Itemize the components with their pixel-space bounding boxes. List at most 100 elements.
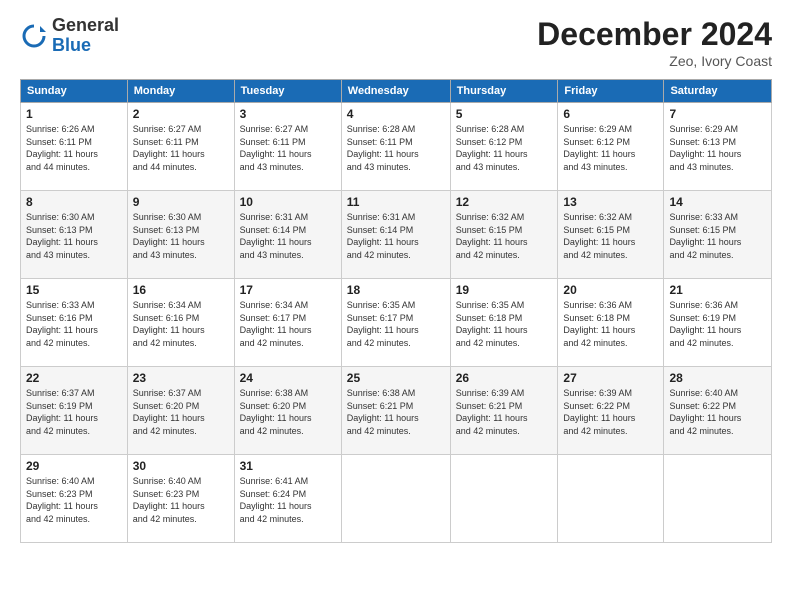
day-number: 21 <box>669 283 766 297</box>
day-cell: 6 Sunrise: 6:29 AMSunset: 6:12 PMDayligh… <box>558 103 664 191</box>
week-row-4: 22 Sunrise: 6:37 AMSunset: 6:19 PMDaylig… <box>21 367 772 455</box>
logo-general: General <box>52 16 119 36</box>
logo-blue: Blue <box>52 36 119 56</box>
day-cell: 16 Sunrise: 6:34 AMSunset: 6:16 PMDaylig… <box>127 279 234 367</box>
day-cell <box>341 455 450 543</box>
day-info: Sunrise: 6:33 AMSunset: 6:16 PMDaylight:… <box>26 299 122 349</box>
day-number: 6 <box>563 107 658 121</box>
day-cell: 1 Sunrise: 6:26 AMSunset: 6:11 PMDayligh… <box>21 103 128 191</box>
day-number: 17 <box>240 283 336 297</box>
day-cell: 23 Sunrise: 6:37 AMSunset: 6:20 PMDaylig… <box>127 367 234 455</box>
day-number: 19 <box>456 283 553 297</box>
day-cell: 29 Sunrise: 6:40 AMSunset: 6:23 PMDaylig… <box>21 455 128 543</box>
day-number: 24 <box>240 371 336 385</box>
day-info: Sunrise: 6:40 AMSunset: 6:22 PMDaylight:… <box>669 387 766 437</box>
day-cell: 19 Sunrise: 6:35 AMSunset: 6:18 PMDaylig… <box>450 279 558 367</box>
day-info: Sunrise: 6:37 AMSunset: 6:20 PMDaylight:… <box>133 387 229 437</box>
day-info: Sunrise: 6:34 AMSunset: 6:17 PMDaylight:… <box>240 299 336 349</box>
day-number: 20 <box>563 283 658 297</box>
day-info: Sunrise: 6:27 AMSunset: 6:11 PMDaylight:… <box>133 123 229 173</box>
day-number: 10 <box>240 195 336 209</box>
day-number: 5 <box>456 107 553 121</box>
logo: General Blue <box>20 16 119 56</box>
day-info: Sunrise: 6:30 AMSunset: 6:13 PMDaylight:… <box>26 211 122 261</box>
day-info: Sunrise: 6:39 AMSunset: 6:21 PMDaylight:… <box>456 387 553 437</box>
day-info: Sunrise: 6:29 AMSunset: 6:13 PMDaylight:… <box>669 123 766 173</box>
day-info: Sunrise: 6:27 AMSunset: 6:11 PMDaylight:… <box>240 123 336 173</box>
day-number: 8 <box>26 195 122 209</box>
calendar-table: SundayMondayTuesdayWednesdayThursdayFrid… <box>20 79 772 543</box>
day-cell: 2 Sunrise: 6:27 AMSunset: 6:11 PMDayligh… <box>127 103 234 191</box>
day-info: Sunrise: 6:26 AMSunset: 6:11 PMDaylight:… <box>26 123 122 173</box>
col-header-thursday: Thursday <box>450 80 558 103</box>
day-info: Sunrise: 6:28 AMSunset: 6:12 PMDaylight:… <box>456 123 553 173</box>
day-number: 3 <box>240 107 336 121</box>
day-cell <box>664 455 772 543</box>
day-cell: 4 Sunrise: 6:28 AMSunset: 6:11 PMDayligh… <box>341 103 450 191</box>
week-row-1: 1 Sunrise: 6:26 AMSunset: 6:11 PMDayligh… <box>21 103 772 191</box>
col-header-sunday: Sunday <box>21 80 128 103</box>
day-info: Sunrise: 6:37 AMSunset: 6:19 PMDaylight:… <box>26 387 122 437</box>
logo-text: General Blue <box>52 16 119 56</box>
day-cell: 17 Sunrise: 6:34 AMSunset: 6:17 PMDaylig… <box>234 279 341 367</box>
day-number: 16 <box>133 283 229 297</box>
day-info: Sunrise: 6:40 AMSunset: 6:23 PMDaylight:… <box>133 475 229 525</box>
day-cell <box>450 455 558 543</box>
col-header-friday: Friday <box>558 80 664 103</box>
day-number: 15 <box>26 283 122 297</box>
day-info: Sunrise: 6:31 AMSunset: 6:14 PMDaylight:… <box>240 211 336 261</box>
col-header-monday: Monday <box>127 80 234 103</box>
day-info: Sunrise: 6:41 AMSunset: 6:24 PMDaylight:… <box>240 475 336 525</box>
day-info: Sunrise: 6:32 AMSunset: 6:15 PMDaylight:… <box>456 211 553 261</box>
day-cell: 18 Sunrise: 6:35 AMSunset: 6:17 PMDaylig… <box>341 279 450 367</box>
col-header-wednesday: Wednesday <box>341 80 450 103</box>
month-title: December 2024 <box>537 16 772 53</box>
day-info: Sunrise: 6:31 AMSunset: 6:14 PMDaylight:… <box>347 211 445 261</box>
day-number: 29 <box>26 459 122 473</box>
day-number: 12 <box>456 195 553 209</box>
col-header-saturday: Saturday <box>664 80 772 103</box>
day-number: 9 <box>133 195 229 209</box>
day-cell: 27 Sunrise: 6:39 AMSunset: 6:22 PMDaylig… <box>558 367 664 455</box>
day-cell: 8 Sunrise: 6:30 AMSunset: 6:13 PMDayligh… <box>21 191 128 279</box>
title-block: December 2024 Zeo, Ivory Coast <box>537 16 772 69</box>
day-info: Sunrise: 6:40 AMSunset: 6:23 PMDaylight:… <box>26 475 122 525</box>
day-cell: 20 Sunrise: 6:36 AMSunset: 6:18 PMDaylig… <box>558 279 664 367</box>
day-cell: 3 Sunrise: 6:27 AMSunset: 6:11 PMDayligh… <box>234 103 341 191</box>
day-cell: 22 Sunrise: 6:37 AMSunset: 6:19 PMDaylig… <box>21 367 128 455</box>
day-info: Sunrise: 6:32 AMSunset: 6:15 PMDaylight:… <box>563 211 658 261</box>
day-cell: 9 Sunrise: 6:30 AMSunset: 6:13 PMDayligh… <box>127 191 234 279</box>
day-number: 26 <box>456 371 553 385</box>
day-info: Sunrise: 6:39 AMSunset: 6:22 PMDaylight:… <box>563 387 658 437</box>
day-cell: 30 Sunrise: 6:40 AMSunset: 6:23 PMDaylig… <box>127 455 234 543</box>
week-row-5: 29 Sunrise: 6:40 AMSunset: 6:23 PMDaylig… <box>21 455 772 543</box>
day-info: Sunrise: 6:38 AMSunset: 6:21 PMDaylight:… <box>347 387 445 437</box>
day-info: Sunrise: 6:35 AMSunset: 6:18 PMDaylight:… <box>456 299 553 349</box>
location: Zeo, Ivory Coast <box>537 53 772 69</box>
day-cell: 24 Sunrise: 6:38 AMSunset: 6:20 PMDaylig… <box>234 367 341 455</box>
day-info: Sunrise: 6:36 AMSunset: 6:18 PMDaylight:… <box>563 299 658 349</box>
day-info: Sunrise: 6:35 AMSunset: 6:17 PMDaylight:… <box>347 299 445 349</box>
col-header-tuesday: Tuesday <box>234 80 341 103</box>
day-number: 11 <box>347 195 445 209</box>
day-info: Sunrise: 6:34 AMSunset: 6:16 PMDaylight:… <box>133 299 229 349</box>
day-number: 7 <box>669 107 766 121</box>
day-number: 1 <box>26 107 122 121</box>
day-info: Sunrise: 6:28 AMSunset: 6:11 PMDaylight:… <box>347 123 445 173</box>
day-number: 13 <box>563 195 658 209</box>
day-cell: 28 Sunrise: 6:40 AMSunset: 6:22 PMDaylig… <box>664 367 772 455</box>
day-number: 28 <box>669 371 766 385</box>
day-cell: 10 Sunrise: 6:31 AMSunset: 6:14 PMDaylig… <box>234 191 341 279</box>
day-number: 30 <box>133 459 229 473</box>
day-number: 27 <box>563 371 658 385</box>
day-number: 25 <box>347 371 445 385</box>
day-cell: 21 Sunrise: 6:36 AMSunset: 6:19 PMDaylig… <box>664 279 772 367</box>
day-info: Sunrise: 6:36 AMSunset: 6:19 PMDaylight:… <box>669 299 766 349</box>
day-number: 18 <box>347 283 445 297</box>
day-cell: 7 Sunrise: 6:29 AMSunset: 6:13 PMDayligh… <box>664 103 772 191</box>
day-cell: 15 Sunrise: 6:33 AMSunset: 6:16 PMDaylig… <box>21 279 128 367</box>
day-info: Sunrise: 6:38 AMSunset: 6:20 PMDaylight:… <box>240 387 336 437</box>
day-number: 2 <box>133 107 229 121</box>
page: General Blue December 2024 Zeo, Ivory Co… <box>0 0 792 612</box>
day-info: Sunrise: 6:29 AMSunset: 6:12 PMDaylight:… <box>563 123 658 173</box>
